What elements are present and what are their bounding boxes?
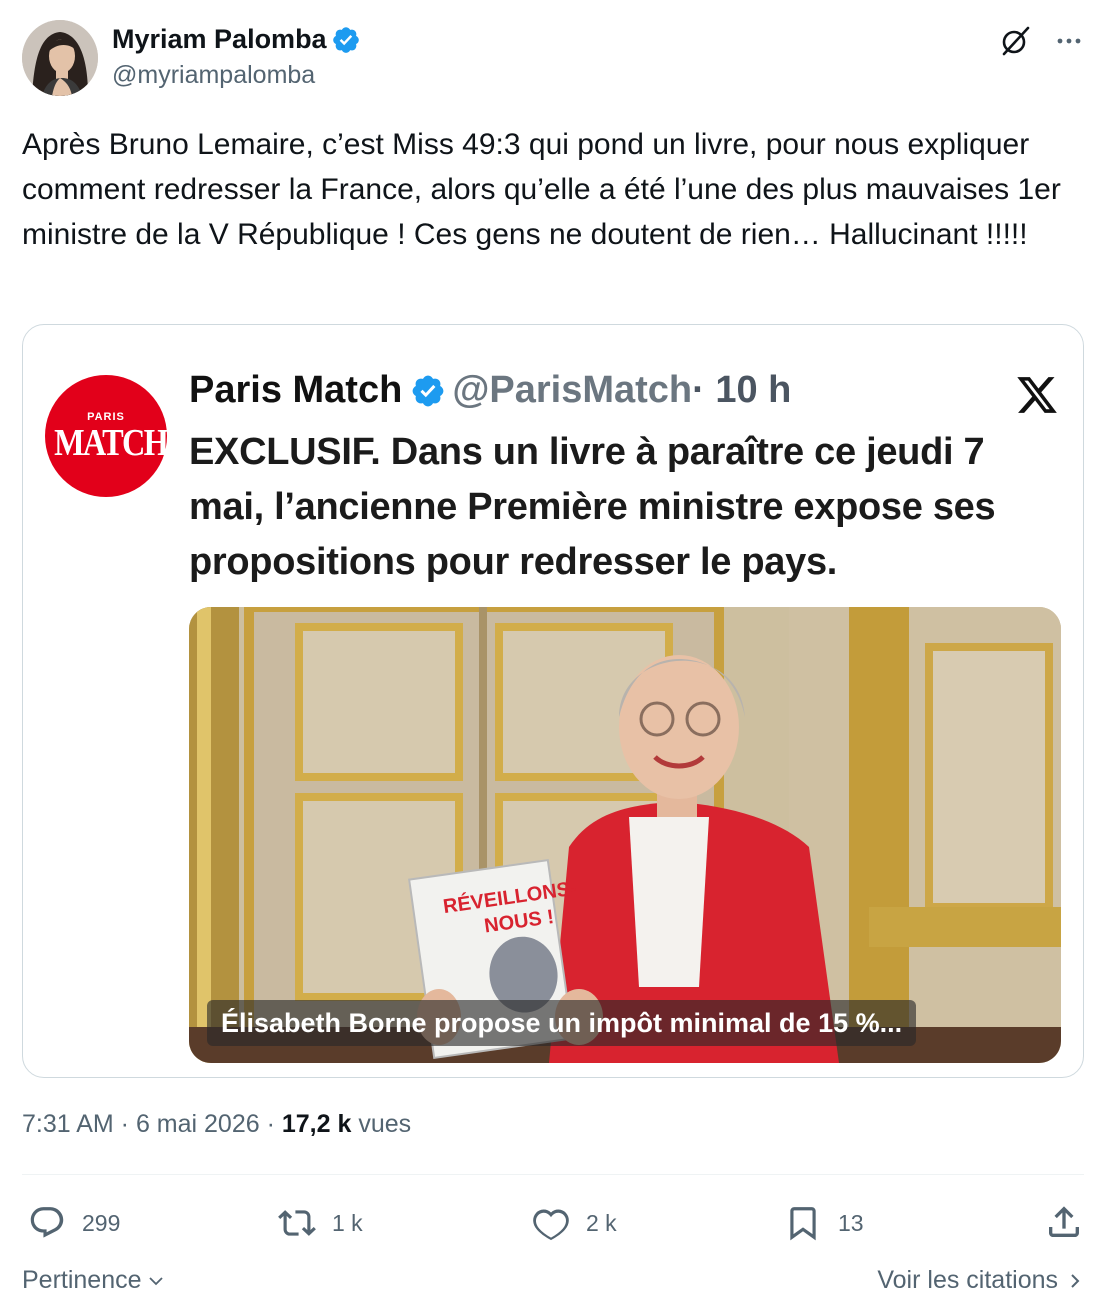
author-info: Myriam Palomba @myriampalomba xyxy=(112,24,361,90)
quoted-time: · 10 h xyxy=(692,369,792,411)
more-icon[interactable] xyxy=(1052,24,1086,58)
quoted-post-text: EXCLUSIF. Dans un livre à paraître ce je… xyxy=(189,431,996,583)
divider xyxy=(22,1174,1084,1175)
quoted-verified-badge-icon xyxy=(412,375,444,406)
quoted-post-image[interactable]: PARIS MATCH Paris Match @ParisMatch· 10 h… xyxy=(22,324,1084,1078)
tweet-text: Après Bruno Lemaire, c’est Miss 49:3 qui… xyxy=(22,128,1061,251)
heart-icon xyxy=(533,1209,569,1241)
meta-separator: · xyxy=(113,1110,136,1138)
grok-icon[interactable] xyxy=(998,24,1032,58)
post-meta: 7:31 AM · 6 mai 2026 · 17,2 k vues xyxy=(22,1110,411,1139)
bookmark-button[interactable]: 13 xyxy=(784,1196,864,1250)
avatar-portrait xyxy=(22,20,98,96)
views-count: 17,2 k xyxy=(281,1110,352,1138)
post-time[interactable]: 7:31 AM xyxy=(22,1110,114,1138)
x-logo-icon xyxy=(1017,377,1057,413)
views-label: vues xyxy=(351,1110,412,1138)
action-bar: 299 1 k 2 k 13 xyxy=(22,1196,1084,1250)
view-quotes-label: Voir les citations xyxy=(877,1266,1058,1294)
author-display-name[interactable]: Myriam Palomba xyxy=(112,24,327,55)
quoted-post-header: Paris Match @ParisMatch· 10 h xyxy=(189,369,791,419)
author-avatar[interactable] xyxy=(22,20,98,96)
bookmark-count: 13 xyxy=(838,1209,864,1236)
chevron-down-icon xyxy=(148,1276,163,1285)
reply-icon xyxy=(30,1207,64,1238)
share-icon[interactable] xyxy=(1044,1202,1084,1242)
meta-separator: · xyxy=(259,1110,282,1138)
repost-count: 1 k xyxy=(332,1209,363,1236)
author-handle[interactable]: @myriampalomba xyxy=(112,61,361,90)
reply-button[interactable]: 299 xyxy=(28,1196,120,1250)
quoted-handle: @ParisMatch xyxy=(452,369,693,411)
quoted-display-name: Paris Match xyxy=(189,369,403,411)
verified-badge-icon[interactable] xyxy=(331,25,361,55)
view-quotes-link[interactable]: Voir les citations xyxy=(877,1266,1084,1295)
logo-main-text: MATCH xyxy=(54,422,169,464)
photo-caption: Élisabeth Borne propose un impôt minimal… xyxy=(207,1000,917,1046)
repost-button[interactable]: 1 k xyxy=(278,1196,363,1250)
quoted-photo: RÉVEILLONS- NOUS ! Élisabeth Borne propo… xyxy=(189,607,1061,1063)
paris-match-logo: PARIS MATCH xyxy=(45,375,169,497)
post-date[interactable]: 6 mai 2026 xyxy=(136,1110,260,1138)
repost-icon xyxy=(278,1210,316,1236)
photo-illustration: RÉVEILLONS- NOUS ! xyxy=(189,607,1061,1063)
sort-label: Pertinence xyxy=(22,1266,142,1294)
like-count: 2 k xyxy=(586,1209,617,1236)
bookmark-icon xyxy=(790,1207,816,1241)
chevron-right-icon xyxy=(1071,1273,1080,1288)
reply-count: 299 xyxy=(82,1209,121,1236)
like-button[interactable]: 2 k xyxy=(532,1196,617,1250)
sort-dropdown[interactable]: Pertinence xyxy=(22,1266,166,1295)
post-header: Myriam Palomba @myriampalomba xyxy=(22,20,1086,98)
